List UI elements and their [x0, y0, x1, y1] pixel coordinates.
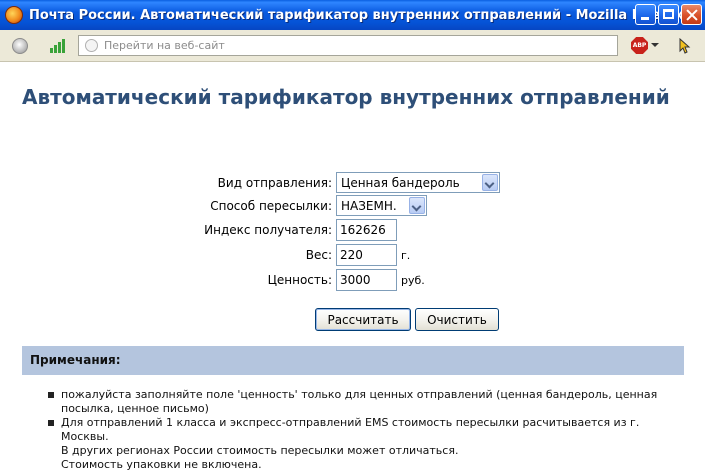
address-placeholder: Перейти на веб-сайт: [104, 39, 225, 52]
chevron-down-icon[interactable]: [409, 197, 425, 214]
maximize-icon: [663, 9, 674, 19]
value-input[interactable]: 3000: [336, 269, 397, 291]
window-titlebar[interactable]: Почта России. Автоматический тарификатор…: [0, 0, 705, 30]
close-button[interactable]: [681, 4, 702, 25]
chevron-down-icon[interactable]: [482, 174, 498, 191]
page-content: Автоматический тарификатор внутренних от…: [0, 62, 705, 471]
signal-icon[interactable]: [50, 39, 66, 53]
method-value: НАЗЕМН.: [341, 199, 397, 213]
page-title: Автоматический тарификатор внутренних от…: [22, 85, 670, 109]
form-row-type: Вид отправления: Ценная бандероль: [0, 172, 705, 194]
form-row-method: Способ пересылки: НАЗЕМН.: [0, 195, 705, 217]
index-input[interactable]: 162626: [336, 219, 397, 241]
firefox-icon: [5, 6, 23, 24]
weight-unit: г.: [401, 249, 411, 262]
list-item: пожалуйста заполняйте поле 'ценность' то…: [47, 388, 687, 416]
type-value: Ценная бандероль: [341, 176, 460, 190]
method-label: Способ пересылки:: [210, 199, 332, 213]
window-controls: [635, 4, 702, 25]
note-text: В других регионах России стоимость перес…: [61, 444, 459, 457]
browser-toolbar: Перейти на веб-сайт ABP: [0, 30, 705, 62]
calculate-button[interactable]: Рассчитать: [315, 308, 411, 331]
weight-input[interactable]: 220: [336, 244, 397, 266]
adblock-dropdown-icon[interactable]: [651, 43, 659, 47]
note-text: посылка, ценное письмо): [61, 402, 209, 415]
cursor-icon[interactable]: [679, 38, 691, 54]
notes-heading: Примечания:: [30, 353, 121, 367]
window-title: Почта России. Автоматический тарификатор…: [29, 7, 684, 23]
minimize-button[interactable]: [635, 4, 656, 25]
minimize-icon: [641, 17, 649, 20]
list-item: Для отправлений 1 класса и экспресс-отпр…: [47, 416, 687, 472]
note-text: Стоимость упаковки не включена.: [61, 458, 262, 471]
value-label: Ценность:: [267, 273, 332, 287]
globe-icon: [85, 39, 98, 52]
index-label: Индекс получателя:: [204, 223, 332, 237]
type-select[interactable]: Ценная бандероль: [336, 172, 500, 193]
form-row-weight: Вес: 220 г.: [0, 244, 705, 266]
form-row-index: Индекс получателя: 162626: [0, 219, 705, 241]
notes-heading-bar: Примечания:: [22, 346, 684, 375]
clear-button[interactable]: Очистить: [415, 308, 499, 331]
back-icon[interactable]: [12, 38, 28, 54]
type-label: Вид отправления:: [217, 176, 332, 190]
maximize-button[interactable]: [658, 4, 679, 25]
notes-list: пожалуйста заполняйте поле 'ценность' то…: [47, 388, 687, 472]
method-select[interactable]: НАЗЕМН.: [336, 195, 427, 216]
value-unit: руб.: [401, 274, 425, 287]
note-text: Для отправлений 1 класса и экспресс-отпр…: [61, 416, 640, 443]
adblock-icon[interactable]: ABP: [631, 37, 648, 54]
address-bar[interactable]: Перейти на веб-сайт: [78, 35, 618, 56]
form-row-value: Ценность: 3000 руб.: [0, 269, 705, 291]
note-text: пожалуйста заполняйте поле 'ценность' то…: [61, 388, 658, 401]
weight-label: Вес:: [305, 248, 332, 262]
